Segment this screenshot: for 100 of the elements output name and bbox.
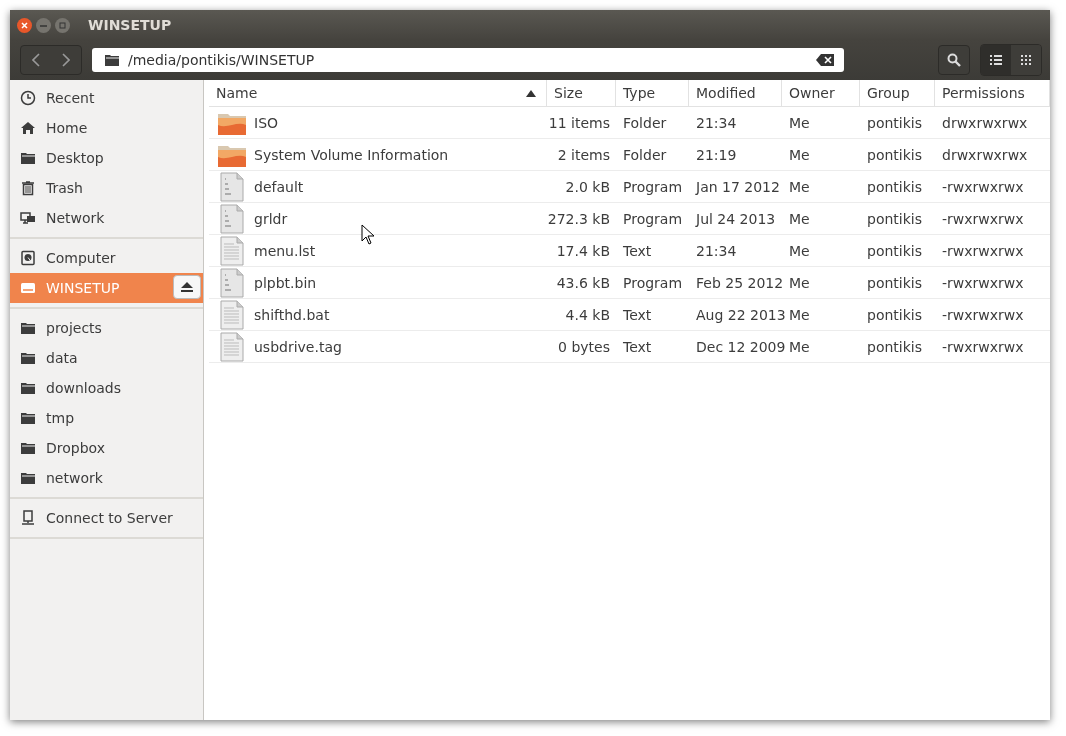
text-file-icon bbox=[217, 331, 247, 362]
table-cell: Text bbox=[616, 299, 689, 331]
sidebar-item[interactable]: Network bbox=[10, 203, 203, 233]
mouse-pointer-icon bbox=[361, 224, 375, 245]
table-cell: Me bbox=[782, 203, 860, 235]
column-header[interactable]: Permissions bbox=[935, 80, 1050, 107]
folder-icon bbox=[20, 350, 36, 366]
file-name: shifthd.bat bbox=[254, 306, 330, 323]
table-cell: 2.0 kB bbox=[547, 171, 616, 203]
table-cell: Me bbox=[782, 107, 860, 139]
search-icon bbox=[947, 53, 961, 67]
table-cell: drwxrwxrwx bbox=[935, 139, 1050, 171]
eject-button[interactable] bbox=[173, 275, 201, 299]
sidebar-item[interactable]: tmp bbox=[10, 403, 203, 433]
table-cell: -rwxrwxrwx bbox=[935, 171, 1050, 203]
folder-icon bbox=[20, 320, 36, 336]
grid-view-button[interactable] bbox=[1011, 45, 1041, 75]
file-name: plpbt.bin bbox=[254, 274, 317, 291]
file-name-cell[interactable]: grldr bbox=[209, 203, 547, 235]
table-cell: pontikis bbox=[860, 331, 935, 363]
table-cell: -rwxrwxrwx bbox=[935, 331, 1050, 363]
sidebar-item[interactable]: Dropbox bbox=[10, 433, 203, 463]
table-cell: Text bbox=[616, 331, 689, 363]
trash-icon bbox=[20, 180, 36, 196]
file-name-cell[interactable]: System Volume Information bbox=[209, 139, 547, 171]
eject-icon bbox=[181, 282, 193, 292]
table-cell: Feb 25 2012 bbox=[689, 267, 782, 299]
folder-icon bbox=[20, 440, 36, 456]
table-cell: Me bbox=[782, 139, 860, 171]
table-cell: pontikis bbox=[860, 107, 935, 139]
chevron-right-icon bbox=[62, 53, 70, 67]
table-cell: 17.4 kB bbox=[547, 235, 616, 267]
sidebar-item[interactable]: Connect to Server bbox=[10, 503, 203, 533]
folder-icon bbox=[20, 150, 36, 166]
server-icon bbox=[20, 510, 36, 526]
table-cell: 0 bytes bbox=[547, 331, 616, 363]
window-title: WINSETUP bbox=[88, 17, 172, 33]
file-name-cell[interactable]: menu.lst bbox=[209, 235, 547, 267]
folder-icon bbox=[104, 52, 120, 68]
table-cell: Text bbox=[616, 235, 689, 267]
table-cell: -rwxrwxrwx bbox=[935, 203, 1050, 235]
close-icon bbox=[21, 21, 28, 29]
binary-file-icon bbox=[217, 267, 247, 298]
sidebar-item[interactable]: Desktop bbox=[10, 143, 203, 173]
table-cell: 11 items bbox=[547, 107, 616, 139]
folder-icon bbox=[20, 380, 36, 396]
clock-icon bbox=[20, 90, 36, 106]
column-header[interactable]: Type bbox=[616, 80, 689, 107]
file-name-cell[interactable]: plpbt.bin bbox=[209, 267, 547, 299]
table-cell: Program bbox=[616, 267, 689, 299]
file-name: default bbox=[254, 178, 304, 195]
binary-file-icon bbox=[217, 171, 247, 202]
table-cell: Jul 24 2013 bbox=[689, 203, 782, 235]
file-name-cell[interactable]: ISO bbox=[209, 107, 547, 139]
search-button[interactable] bbox=[938, 45, 970, 75]
clear-icon[interactable] bbox=[816, 54, 834, 66]
folder-icon bbox=[20, 470, 36, 486]
table-cell: pontikis bbox=[860, 235, 935, 267]
table-cell: 21:19 bbox=[689, 139, 782, 171]
table-cell: -rwxrwxrwx bbox=[935, 235, 1050, 267]
list-icon bbox=[990, 54, 1002, 66]
column-header[interactable]: Group bbox=[860, 80, 935, 107]
table-cell: -rwxrwxrwx bbox=[935, 267, 1050, 299]
column-header[interactable]: Modified bbox=[689, 80, 782, 107]
sidebar-item[interactable]: Recent bbox=[10, 83, 203, 113]
sidebar-item[interactable]: Trash bbox=[10, 173, 203, 203]
table-cell: Folder bbox=[616, 107, 689, 139]
column-header[interactable]: Name bbox=[209, 80, 547, 107]
grid-icon bbox=[1020, 54, 1032, 66]
chevron-left-icon bbox=[32, 53, 40, 67]
sidebar-item[interactable]: Home bbox=[10, 113, 203, 143]
sidebar-item[interactable]: data bbox=[10, 343, 203, 373]
table-cell: drwxrwxrwx bbox=[935, 107, 1050, 139]
file-name: ISO bbox=[254, 114, 279, 131]
column-header[interactable]: Size bbox=[547, 80, 616, 107]
file-name: usbdrive.tag bbox=[254, 338, 342, 355]
file-name-cell[interactable]: shifthd.bat bbox=[209, 299, 547, 331]
close-button[interactable] bbox=[17, 17, 32, 33]
table-cell: Me bbox=[782, 267, 860, 299]
binary-file-icon bbox=[217, 203, 247, 234]
table-cell: pontikis bbox=[860, 139, 935, 171]
file-name-cell[interactable]: usbdrive.tag bbox=[209, 331, 547, 363]
sidebar-item[interactable]: projects bbox=[10, 313, 203, 343]
network-icon bbox=[20, 210, 36, 226]
list-view-button[interactable] bbox=[981, 45, 1011, 75]
table-cell: pontikis bbox=[860, 299, 935, 331]
sidebar-item[interactable]: network bbox=[10, 463, 203, 493]
table-cell: Me bbox=[782, 171, 860, 203]
sidebar-item[interactable]: downloads bbox=[10, 373, 203, 403]
location-field[interactable]: /media/pontikis/WINSETUP bbox=[92, 48, 844, 72]
table-cell: 2 items bbox=[547, 139, 616, 171]
maximize-icon bbox=[59, 21, 66, 29]
file-name: menu.lst bbox=[254, 242, 316, 259]
column-header[interactable]: Owner bbox=[782, 80, 860, 107]
sidebar-item[interactable]: Computer bbox=[10, 243, 203, 273]
file-name: grldr bbox=[254, 210, 288, 227]
table-cell: pontikis bbox=[860, 171, 935, 203]
table-cell: -rwxrwxrwx bbox=[935, 299, 1050, 331]
file-name-cell[interactable]: default bbox=[209, 171, 547, 203]
table-cell: 21:34 bbox=[689, 107, 782, 139]
